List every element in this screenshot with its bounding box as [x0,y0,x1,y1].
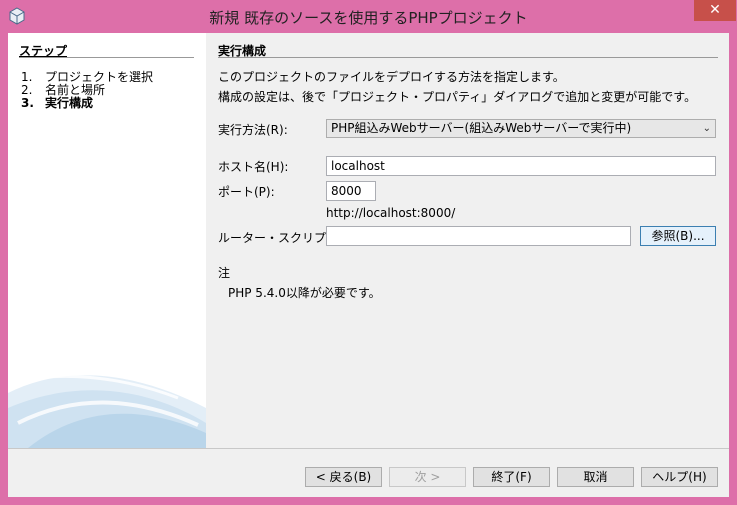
panel-divider [218,57,718,58]
window-title: 新規 既存のソースを使用するPHPプロジェクト [209,9,528,27]
run-as-value: PHP組込みWebサーバー(組込みWebサーバーで実行中) [331,121,632,135]
steps-divider [19,57,194,58]
step-label: 実行構成 [45,96,94,110]
browse-button[interactable]: 参照(B)... [640,226,716,246]
note-text: PHP 5.4.0以降が必要です。 [228,286,381,300]
cancel-button[interactable]: 取消 [557,467,634,487]
port-input[interactable]: 8000 [326,181,376,201]
run-as-label: 実行方法(R): [218,123,288,137]
steps-panel: ステップ 1. プロジェクトを選択 2. 名前と場所 3. 実行構成 [8,33,206,448]
server-url: http://localhost:8000/ [326,206,456,220]
port-label: ポート(P): [218,185,275,199]
title-bar[interactable]: 新規 既存のソースを使用するPHPプロジェクト ✕ [0,0,737,33]
close-icon: ✕ [709,2,721,18]
description-line-1: このプロジェクトのファイルをデプロイする方法を指定します。 [218,70,565,84]
description-line-2: 構成の設定は、後で「プロジェクト・プロパティ」ダイアログで追加と変更が可能です。 [218,90,697,104]
router-script-input[interactable] [326,226,631,246]
finish-button[interactable]: 終了(F) [473,467,550,487]
next-button[interactable]: 次 > [389,467,466,487]
decorative-swoosh-graphic [8,374,206,448]
config-panel: 実行構成 このプロジェクトのファイルをデプロイする方法を指定します。 構成の設定… [206,33,729,448]
host-label: ホスト名(H): [218,160,289,174]
run-as-dropdown[interactable]: PHP組込みWebサーバー(組込みWebサーバーで実行中) ⌄ [326,119,716,138]
back-button[interactable]: < 戻る(B) [305,467,382,487]
chevron-down-icon: ⌄ [702,123,711,134]
help-button[interactable]: ヘルプ(H) [641,467,718,487]
dialog-content: ステップ 1. プロジェクトを選択 2. 名前と場所 3. 実行構成 実行構成 このプ… [8,33,729,497]
button-bar-divider [8,448,729,449]
close-button[interactable]: ✕ [694,0,736,21]
note-heading: 注 [218,266,231,280]
dialog-window: 新規 既存のソースを使用するPHPプロジェクト ✕ ステップ 1. プロジェクトを… [0,0,737,505]
step-number: 3. [21,96,34,110]
host-input[interactable]: localhost [326,156,716,176]
step-item-current: 3. 実行構成 [21,94,93,111]
